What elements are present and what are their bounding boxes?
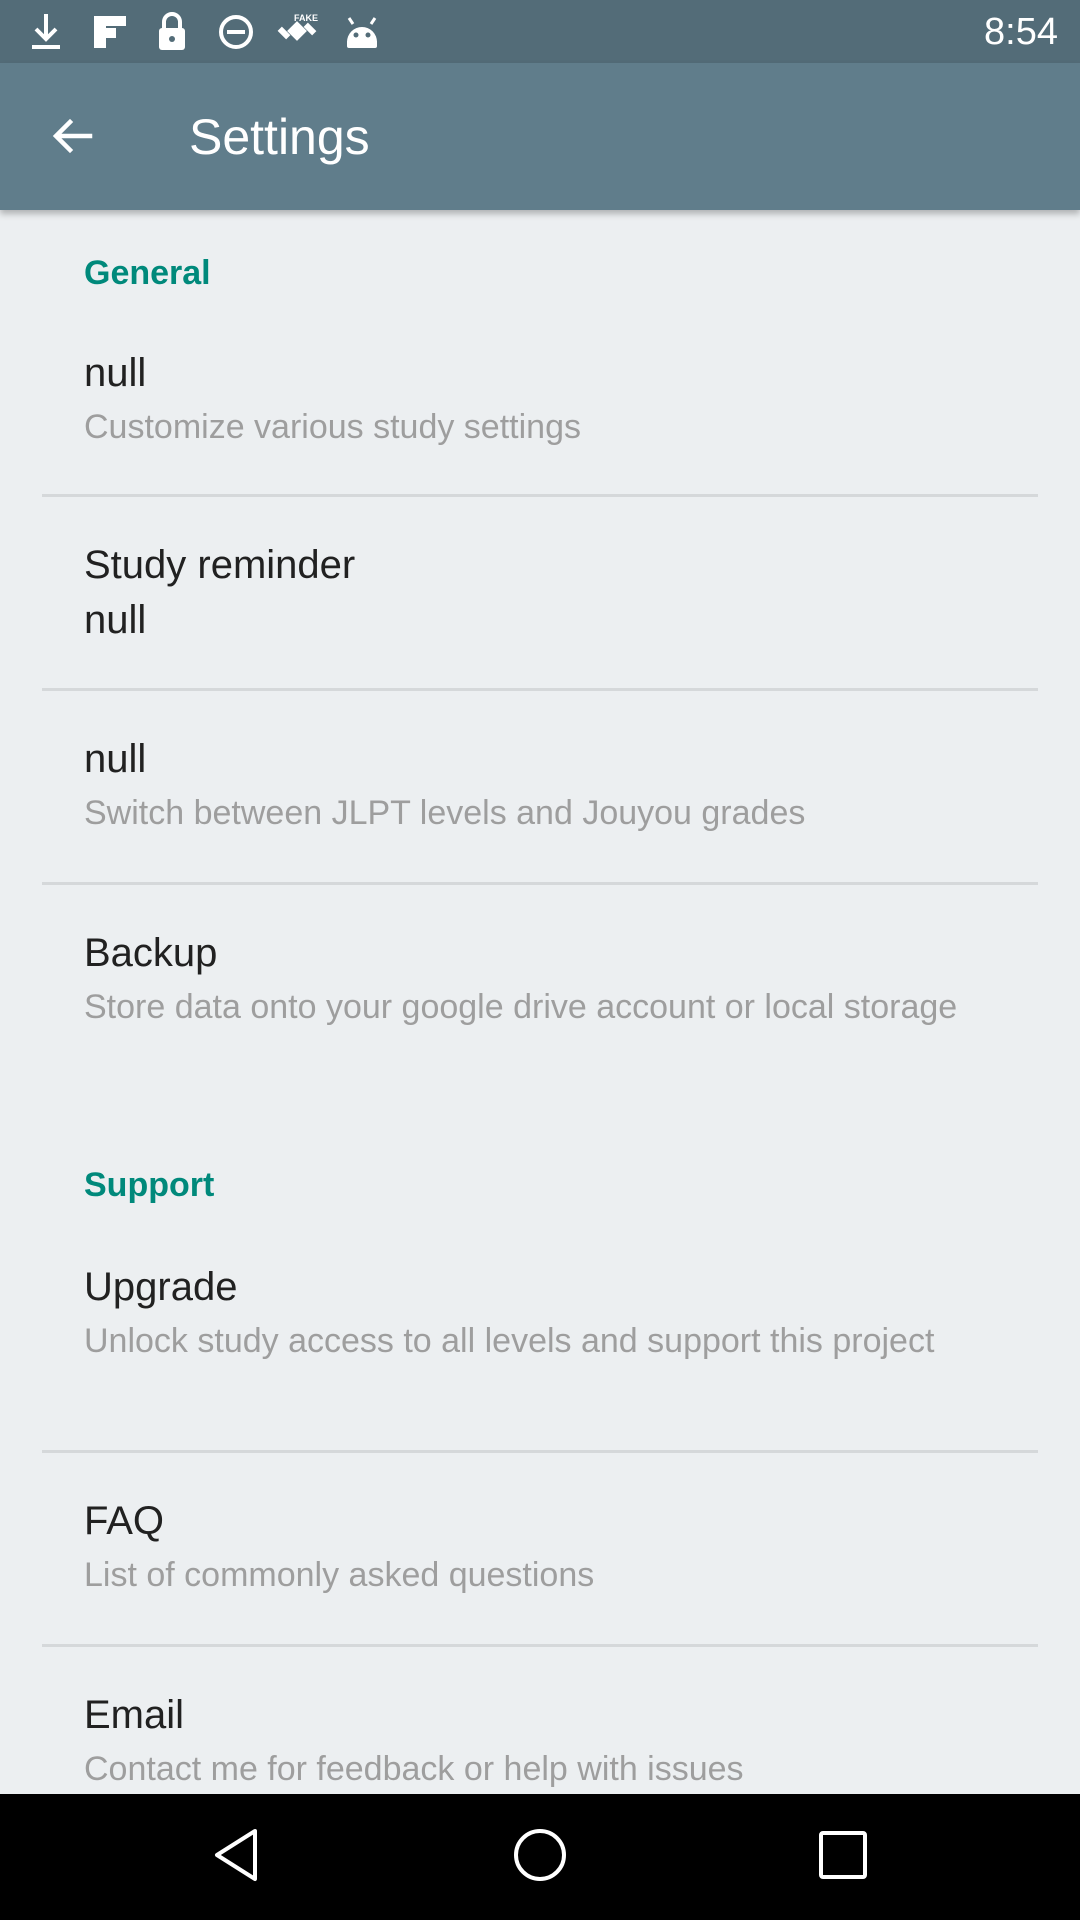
divider — [42, 1644, 1038, 1647]
flipboard-icon — [86, 8, 134, 56]
category-general: General — [84, 254, 211, 292]
divider — [42, 688, 1038, 691]
pref-item-jlpt-levels[interactable]: null Switch between JLPT levels and Jouy… — [0, 692, 1080, 878]
pref-summary: null — [84, 598, 147, 642]
pref-item-upgrade[interactable]: Upgrade Unlock study access to all level… — [0, 1240, 1080, 1446]
data-saver-icon — [212, 8, 260, 56]
pref-title: FAQ — [84, 1499, 165, 1543]
back-button[interactable] — [32, 103, 112, 173]
arrow-back-icon — [50, 114, 94, 163]
nav-recents-button[interactable] — [803, 1817, 883, 1897]
pref-item-faq[interactable]: FAQ List of commonly asked questions — [0, 1454, 1080, 1640]
pref-title: Backup — [84, 931, 218, 975]
svg-text:FAKE: FAKE — [294, 13, 318, 23]
settings-list[interactable]: General null Customize various study set… — [0, 210, 1080, 1794]
divider — [42, 882, 1038, 885]
fake-gps-icon: FAKE — [274, 8, 322, 56]
lock-icon — [148, 8, 196, 56]
pref-item-email[interactable]: Email Contact me for feedback or help wi… — [0, 1648, 1080, 1794]
pref-summary: Switch between JLPT levels and Jouyou gr… — [84, 794, 806, 832]
pref-item-study-reminder[interactable]: Study reminder null — [0, 498, 1080, 684]
pref-title: Email — [84, 1693, 185, 1737]
divider — [42, 1450, 1038, 1453]
pref-summary: Contact me for feedback or help with iss… — [84, 1750, 744, 1788]
status-time: 8:54 — [984, 11, 1058, 53]
pref-summary: Unlock study access to all levels and su… — [84, 1322, 935, 1360]
recents-square-icon — [815, 1827, 871, 1888]
home-circle-icon — [510, 1825, 570, 1890]
pref-title: Study reminder — [84, 543, 356, 587]
nav-back-button[interactable] — [197, 1817, 277, 1897]
category-support: Support — [84, 1166, 215, 1204]
navigation-bar — [0, 1794, 1080, 1920]
status-bar: FAKE 8:54 — [0, 0, 1080, 63]
pref-title: Upgrade — [84, 1265, 238, 1309]
pref-title: null — [84, 351, 147, 395]
download-icon — [22, 8, 70, 56]
pref-summary: Customize various study settings — [84, 408, 581, 446]
back-triangle-icon — [207, 1825, 267, 1890]
app-bar: Settings — [0, 63, 1080, 210]
pref-title: null — [84, 737, 147, 781]
divider — [42, 494, 1038, 497]
pref-summary: Store data onto your google drive accoun… — [84, 988, 958, 1026]
pref-summary: List of commonly asked questions — [84, 1556, 595, 1594]
android-icon — [338, 8, 386, 56]
nav-home-button[interactable] — [500, 1817, 580, 1897]
pref-item-customize[interactable]: null Customize various study settings — [0, 330, 1080, 490]
page-title: Settings — [189, 109, 370, 165]
pref-item-backup[interactable]: Backup Store data onto your google drive… — [0, 886, 1080, 1106]
